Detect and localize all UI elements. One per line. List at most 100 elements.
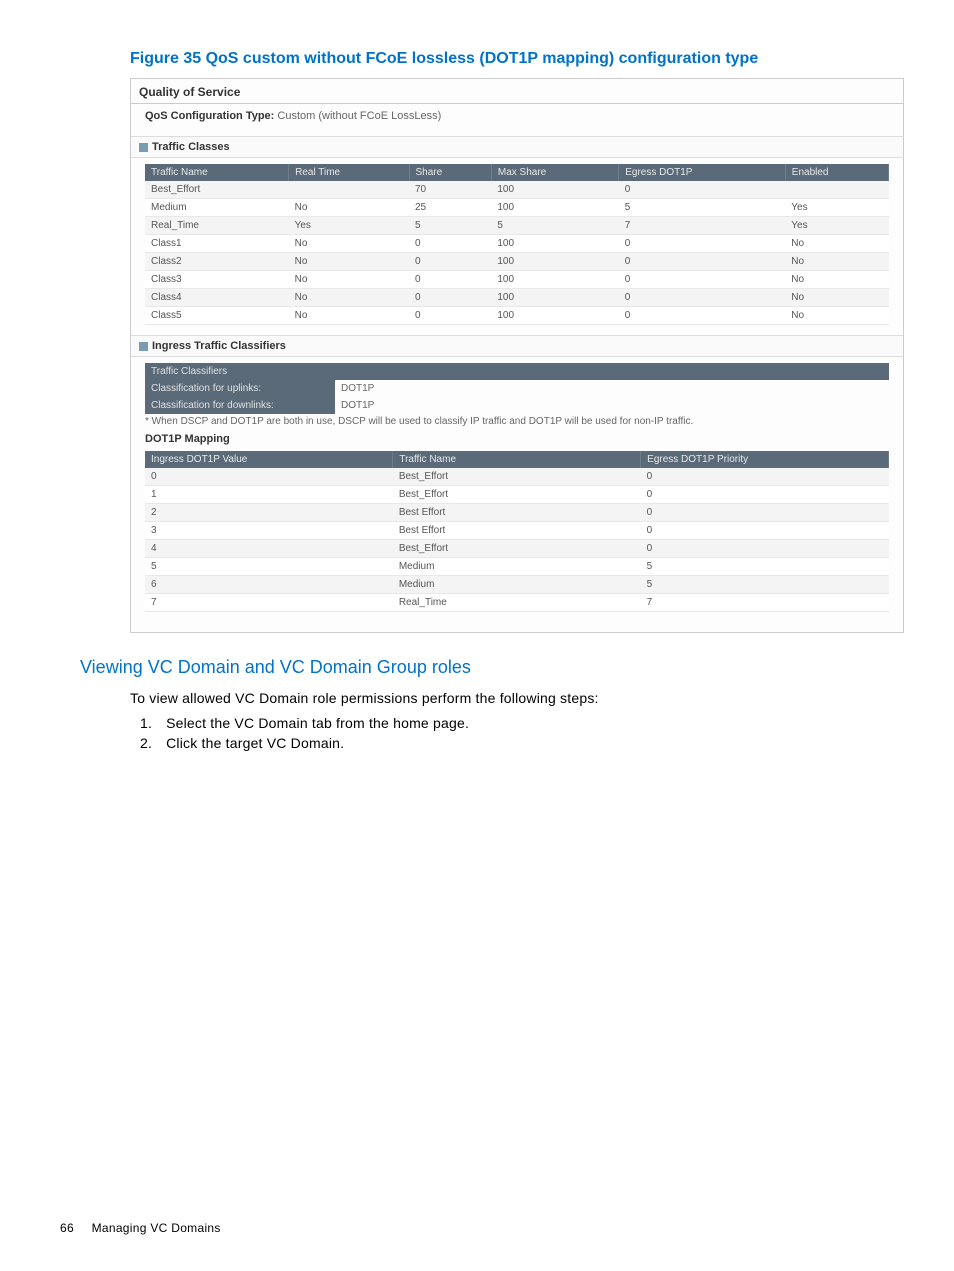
table-cell: 0 [619,271,786,289]
table-cell: No [289,235,409,253]
table-cell: 0 [619,253,786,271]
table-cell: 100 [491,199,618,217]
table-cell: No [785,307,888,325]
table-cell: No [289,289,409,307]
steps-list: 1. Select the VC Domain tab from the hom… [140,715,904,751]
qos-config-type: QoS Configuration Type: Custom (without … [131,104,903,136]
table-cell: No [289,271,409,289]
table-cell: 0 [619,289,786,307]
downlinks-row: Classification for downlinks: DOT1P [145,397,889,414]
table-cell: 5 [409,217,491,235]
col-traffic-name: Traffic Name [393,451,641,468]
table-cell: No [289,307,409,325]
section-heading: Viewing VC Domain and VC Domain Group ro… [80,657,904,678]
col-real-time: Real Time [289,164,409,181]
page-footer: 66 Managing VC Domains [60,1221,221,1235]
table-cell: No [785,235,888,253]
table-cell: 0 [641,486,889,504]
dot1p-mapping-title: DOT1P Mapping [145,433,889,445]
qos-panel: Quality of Service QoS Configuration Typ… [130,78,904,633]
traffic-classes-header[interactable]: Traffic Classes [131,136,903,158]
col-share: Share [409,164,491,181]
table-cell: 0 [409,307,491,325]
table-cell: 0 [409,289,491,307]
table-cell: 100 [491,181,618,199]
table-cell: 5 [641,558,889,576]
table-cell: 0 [619,181,786,199]
table-row: Class4No01000No [145,289,889,307]
table-cell: 100 [491,253,618,271]
table-row: 7Real_Time7 [145,594,889,612]
table-cell: No [785,271,888,289]
table-cell: 1 [145,486,393,504]
table-cell: 70 [409,181,491,199]
table-row: 6Medium5 [145,576,889,594]
traffic-classes-table: Traffic Name Real Time Share Max Share E… [145,164,889,325]
table-cell: 0 [619,235,786,253]
table-cell: 5 [491,217,618,235]
uplinks-label: Classification for uplinks: [145,380,335,397]
table-cell: No [785,253,888,271]
table-row: Class1No01000No [145,235,889,253]
table-cell: Best_Effort [145,181,289,199]
table-cell: 5 [145,558,393,576]
col-ingress-value: Ingress DOT1P Value [145,451,393,468]
ingress-classifiers-header[interactable]: Ingress Traffic Classifiers [131,335,903,357]
table-cell: Class3 [145,271,289,289]
table-cell: 100 [491,235,618,253]
table-row: Best_Effort 701000 [145,181,889,199]
table-cell: 7 [619,217,786,235]
table-cell: Class4 [145,289,289,307]
col-egress: Egress DOT1P [619,164,786,181]
table-cell: Best Effort [393,522,641,540]
table-cell: 25 [409,199,491,217]
table-row: Real_TimeYes557Yes [145,217,889,235]
table-cell: 0 [641,468,889,486]
table-cell: 100 [491,307,618,325]
step-text: Click the target VC Domain. [166,735,344,751]
table-cell: 5 [641,576,889,594]
step-text: Select the VC Domain tab from the home p… [166,715,469,731]
table-cell: 100 [491,271,618,289]
qos-config-label: QoS Configuration Type: [145,110,274,122]
qos-panel-title: Quality of Service [131,81,903,104]
table-row: 1Best_Effort0 [145,486,889,504]
table-cell: No [785,289,888,307]
page-number: 66 [60,1221,74,1235]
table-cell: 2 [145,504,393,522]
table-cell: Medium [393,558,641,576]
table-cell: 0 [641,504,889,522]
table-cell: 0 [409,253,491,271]
uplinks-row: Classification for uplinks: DOT1P [145,380,889,397]
chapter-name: Managing VC Domains [92,1221,221,1235]
list-item: 2. Click the target VC Domain. [140,735,904,751]
table-cell [289,181,409,199]
table-cell: 3 [145,522,393,540]
uplinks-value: DOT1P [335,380,889,397]
collapse-icon[interactable] [139,342,148,351]
intro-text: To view allowed VC Domain role permissio… [130,688,904,709]
table-cell: 4 [145,540,393,558]
dot1p-mapping-table: Ingress DOT1P Value Traffic Name Egress … [145,451,889,612]
table-cell: Best_Effort [393,468,641,486]
downlinks-label: Classification for downlinks: [145,397,335,414]
table-row: Class2No01000No [145,253,889,271]
table-cell: Class1 [145,235,289,253]
table-cell: Class5 [145,307,289,325]
table-row: 5Medium5 [145,558,889,576]
table-row: MediumNo251005Yes [145,199,889,217]
traffic-classes-title: Traffic Classes [152,141,230,153]
table-cell: No [289,253,409,271]
table-cell: Best Effort [393,504,641,522]
table-cell: Yes [289,217,409,235]
table-cell: Real_Time [393,594,641,612]
table-row: Class5No01000No [145,307,889,325]
table-cell: Medium [393,576,641,594]
classifier-note: * When DSCP and DOT1P are both in use, D… [145,416,889,427]
table-cell: 6 [145,576,393,594]
collapse-icon[interactable] [139,143,148,152]
table-row: 3Best Effort0 [145,522,889,540]
downlinks-value: DOT1P [335,397,889,414]
table-cell: 0 [409,271,491,289]
table-cell: 0 [409,235,491,253]
